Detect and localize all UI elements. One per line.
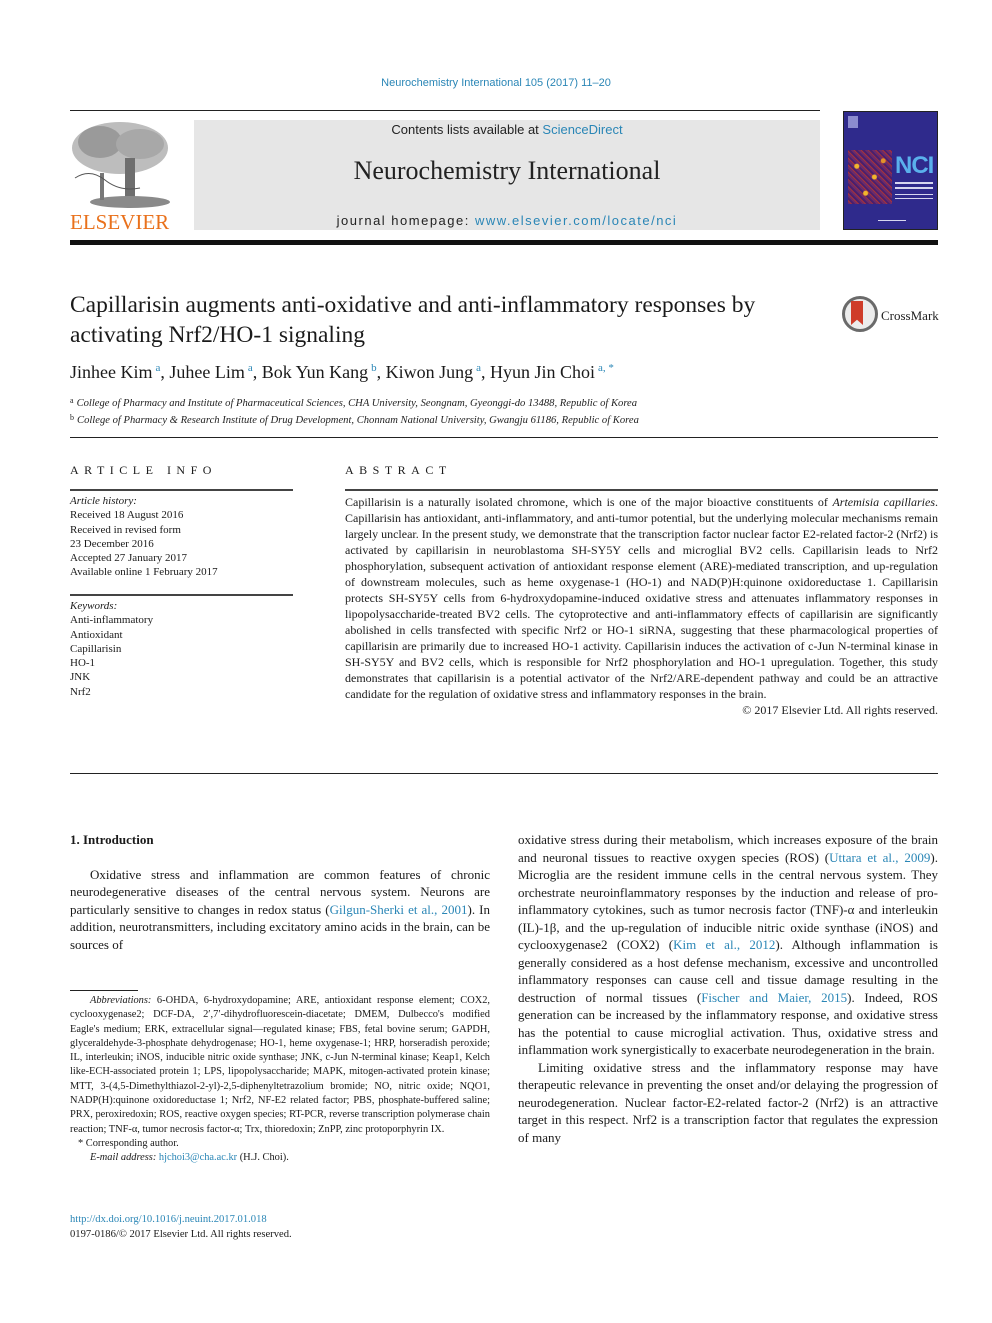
abstract-part: . Capillarisin has antioxidant, anti-inf…: [345, 495, 938, 701]
body-left-column: 1. Introduction Oxidative stress and inf…: [70, 831, 490, 953]
body-paragraph: oxidative stress during their metabolism…: [518, 831, 938, 1059]
cover-footer-line: [878, 220, 906, 221]
elsevier-tree-icon: [70, 118, 172, 210]
email-note: E-mail address: hjchoi3@cha.ac.kr (H.J. …: [70, 1151, 490, 1165]
corresponding-author-note: * Corresponding author.: [78, 1137, 179, 1149]
keywords: Keywords: Anti-inflammatory Antioxidant …: [70, 599, 295, 699]
author-affil-marker[interactable]: a: [248, 362, 253, 374]
elsevier-wordmark: ELSEVIER: [70, 210, 170, 234]
keywords-label: Keywords:: [70, 600, 118, 612]
email-link[interactable]: hjchoi3@cha.ac.kr: [159, 1152, 237, 1163]
email-label: E-mail address:: [90, 1152, 157, 1164]
publisher-mini-logo-icon: [848, 116, 858, 128]
journal-masthead: Contents lists available at ScienceDirec…: [194, 120, 820, 230]
article-history: Article history: Received 18 August 2016…: [70, 494, 295, 580]
abstract-copyright: © 2017 Elsevier Ltd. All rights reserved…: [742, 703, 938, 717]
citation-link[interactable]: Gilgun-Sherki et al., 2001: [330, 902, 468, 917]
crossmark-button[interactable]: CrossMark: [842, 296, 942, 336]
affiliation-item: a College of Pharmacy and Institute of Ph…: [70, 394, 930, 411]
keyword-item[interactable]: Capillarisin: [70, 642, 295, 656]
abstract-text: Capillarisin is a naturally isolated chr…: [345, 494, 938, 718]
author-name[interactable]: Juhee Lim: [169, 362, 244, 382]
affiliation-text: College of Pharmacy and Institute of Pha…: [76, 398, 638, 409]
cover-subtitle-line: [895, 198, 933, 199]
author-name[interactable]: Hyun Jin Choi: [490, 362, 595, 382]
affiliation-text: College of Pharmacy & Research Institute…: [77, 415, 639, 426]
footnotes: Abbreviations: 6-OHDA, 6-hydroxydopamine…: [70, 994, 490, 1166]
cover-abbrev: NCI: [895, 152, 934, 179]
journal-name: Neurochemistry International: [353, 156, 661, 185]
citation-link[interactable]: Uttara et al., 2009: [829, 850, 930, 865]
keyword-item[interactable]: Anti-inflammatory: [70, 613, 295, 627]
keyword-item[interactable]: Nrf2: [70, 685, 295, 699]
journal-cover-thumbnail[interactable]: NCI: [843, 111, 938, 230]
abstract-end-rule: [70, 773, 938, 774]
keyword-item[interactable]: Antioxidant: [70, 628, 295, 642]
cover-subtitle-line: [895, 194, 933, 195]
contents-line: Contents lists available at ScienceDirec…: [194, 122, 820, 137]
affiliation-marker: a: [70, 396, 74, 405]
history-item: 23 December 2016: [70, 537, 154, 550]
article-title: Capillarisin augments anti-oxidative and…: [70, 292, 756, 348]
elsevier-logo[interactable]: ELSEVIER: [70, 118, 172, 234]
body-right-column: oxidative stress during their metabolism…: [518, 831, 938, 1146]
article-info-rule: [70, 489, 293, 491]
doi-block: http://dx.doi.org/10.1016/j.neuint.2017.…: [70, 1212, 292, 1242]
abstract-part: Capillarisin is a naturally isolated chr…: [345, 495, 833, 509]
issn-copyright: 0197-0186/© 2017 Elsevier Ltd. All right…: [70, 1229, 292, 1240]
journal-homepage-link[interactable]: www.elsevier.com/locate/nci: [475, 213, 677, 228]
cover-micrograph-image: [848, 150, 892, 204]
crossmark-label: CrossMark: [881, 308, 939, 323]
author-name[interactable]: Bok Yun Kang: [262, 362, 368, 382]
affiliation-rule: [70, 437, 938, 438]
affiliation-item: b College of Pharmacy & Research Institut…: [70, 411, 930, 428]
history-item: Available online 1 February 2017: [70, 566, 218, 579]
abbreviations-footnote: Abbreviations: 6-OHDA, 6-hydroxydopamine…: [70, 994, 490, 1137]
journal-citation-link[interactable]: Neurochemistry International 105 (2017) …: [0, 77, 992, 89]
homepage-prefix: journal homepage:: [336, 213, 475, 228]
cover-subtitle-line: [895, 187, 933, 189]
history-item: Received in revised form: [70, 523, 181, 536]
author-name[interactable]: Kiwon Jung: [386, 362, 474, 382]
contents-prefix: Contents lists available at: [391, 122, 543, 137]
author-name[interactable]: Jinhee Kim: [70, 362, 153, 382]
doi-link[interactable]: http://dx.doi.org/10.1016/j.neuint.2017.…: [70, 1212, 292, 1227]
author-affil-marker[interactable]: b: [371, 362, 377, 374]
abstract-heading: ABSTRACT: [345, 463, 452, 477]
email-suffix: (H.J. Choi).: [237, 1152, 289, 1164]
author-list: Jinhee Kim a, Juhee Lim a, Bok Yun Kang b, …: [70, 362, 614, 382]
author-affil-marker[interactable]: a, *: [598, 362, 614, 374]
citation-link[interactable]: Kim et al., 2012: [673, 937, 775, 952]
keyword-item[interactable]: HO-1: [70, 656, 295, 670]
article-history-label: Article history:: [70, 495, 137, 507]
author-affil-marker[interactable]: a: [476, 362, 481, 374]
history-item: Accepted 27 January 2017: [70, 552, 187, 565]
cover-subtitle-line: [895, 182, 933, 184]
affiliations: a College of Pharmacy and Institute of Ph…: [70, 394, 930, 428]
masthead-thick-rule: [70, 240, 938, 245]
keyword-item[interactable]: JNK: [70, 670, 295, 684]
history-item: Received 18 August 2016: [70, 509, 184, 522]
article-info-heading: ARTICLE INFO: [70, 463, 217, 477]
author-affil-marker[interactable]: a: [156, 362, 161, 374]
citation-link[interactable]: Fischer and Maier, 2015: [701, 990, 847, 1005]
section-heading-introduction: 1. Introduction: [70, 832, 154, 847]
sciencedirect-link[interactable]: ScienceDirect: [542, 122, 622, 137]
footnote-rule: [70, 990, 138, 991]
abstract-rule: [345, 489, 938, 491]
body-paragraph: Limiting oxidative stress and the inflam…: [518, 1059, 938, 1145]
keywords-rule: [70, 594, 293, 596]
homepage-line: journal homepage: www.elsevier.com/locat…: [194, 213, 820, 228]
abbreviations-text: 6-OHDA, 6-hydroxydopamine; ARE, antioxid…: [70, 995, 490, 1135]
abbreviations-label: Abbreviations:: [90, 995, 152, 1006]
affiliation-marker: b: [70, 413, 74, 422]
abstract-species: Artemisia capillaries: [832, 495, 935, 509]
body-paragraph: Oxidative stress and inflammation are co…: [70, 866, 490, 954]
header-rule: [70, 110, 820, 111]
